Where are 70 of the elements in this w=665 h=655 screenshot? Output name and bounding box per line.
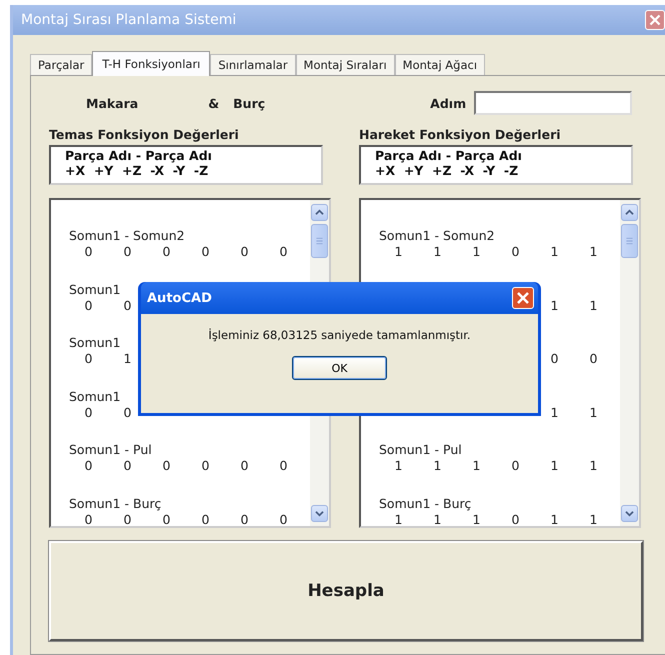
value-cell-text: 0 — [122, 512, 132, 526]
value-cell-text: 0 — [122, 404, 132, 420]
value-cell-text: 0 — [278, 458, 288, 474]
list-item-name: Somun1 - Pul — [69, 442, 152, 458]
value-cell-text: 1 — [588, 298, 598, 314]
value-cell-text: 1 — [432, 244, 442, 260]
value-cell-text: 0 — [200, 512, 210, 526]
value-cell-text: 0 — [510, 244, 520, 260]
list-item-name: Somun1 — [69, 388, 121, 404]
list-item-name: Somun1 - Burç — [69, 496, 162, 512]
value-cell-text: 1 — [550, 458, 560, 474]
value-cell-text: 0 — [240, 244, 250, 260]
value-cell-text: 0 — [84, 404, 94, 420]
value-cell-text: 0 — [510, 512, 520, 526]
value-cell-text: 1 — [550, 298, 560, 314]
value-cell-text: 0 — [84, 512, 94, 526]
part-name: Burç — [233, 96, 266, 110]
value-cell-text: 1 — [550, 244, 560, 260]
value-cell-text: 1 — [588, 458, 598, 474]
value-cell-text: 0 — [200, 458, 210, 474]
value-cell-text: 1 — [588, 512, 598, 526]
value-cell-text: 0 — [278, 512, 288, 526]
value-cell-text: 0 — [588, 351, 598, 367]
value-cell-text: 1 — [432, 512, 442, 526]
value-cell-text: 0 — [200, 244, 210, 260]
value-cell-text: 1 — [122, 351, 132, 367]
value-cell-text: 0 — [240, 512, 250, 526]
value-cell-text: 0 — [84, 351, 94, 367]
header-text: Parça Adı - Parça Adı — [65, 148, 212, 163]
section-title: Temas Fonksiyon Değerleri — [49, 127, 240, 142]
value-cell-text: 0 — [278, 244, 288, 260]
list-item-name: Somun1 - Pul — [379, 442, 462, 458]
value-cell-text: 0 — [162, 244, 172, 260]
value-cell-text: 0 — [550, 351, 560, 367]
ampersand: & — [208, 96, 220, 110]
value-cell-text: 1 — [550, 512, 560, 526]
value-cell-text: 0 — [240, 458, 250, 474]
value-cell-text: 1 — [394, 458, 404, 474]
value-cell-text: 0 — [162, 458, 172, 474]
value-cell-text: 1 — [472, 244, 482, 260]
value-cell-text: 1 — [472, 458, 482, 474]
value-cell-text: 0 — [84, 458, 94, 474]
value-cell-text: 0 — [84, 298, 94, 314]
value-cell-text: 0 — [84, 244, 94, 260]
value-cell-text: 1 — [550, 404, 560, 420]
value-cell-text: 0 — [122, 244, 132, 260]
value-cell-text: 0 — [122, 298, 132, 314]
dialog-message: İşleminiz 68,03125 saniyede tamamlanmıştır. — [208, 328, 471, 342]
header-text: Parça Adı - Parça Adı — [375, 148, 522, 163]
value-cell-text: 1 — [432, 458, 442, 474]
value-cell-text: 1 — [394, 512, 404, 526]
value-cell-text: 0 — [510, 458, 520, 474]
section-title: Hareket Fonksiyon Değerleri — [359, 127, 562, 142]
step-label: Adım — [430, 96, 466, 110]
list-item-name: Somun1 - Somun2 — [379, 228, 495, 244]
value-cell-text: 1 — [588, 244, 598, 260]
list-item-name: Somun1 - Burç — [379, 496, 472, 512]
value-cell-text: 1 — [472, 512, 482, 526]
list-item-name: Somun1 — [69, 282, 121, 298]
dialog-title: AutoCAD — [147, 290, 212, 306]
part-name: Makara — [86, 96, 138, 110]
list-item-name: Somun1 — [69, 335, 121, 351]
header-text: +X +Y +Z -X -Y -Z — [375, 163, 518, 178]
value-cell-text: 0 — [162, 512, 172, 526]
list-item-name: Somun1 - Somun2 — [69, 228, 185, 244]
window-title: Montaj Sırası Planlama Sistemi — [21, 12, 236, 28]
value-cell-text: 1 — [588, 404, 598, 420]
header-text: +X +Y +Z -X -Y -Z — [65, 163, 208, 178]
value-cell-text: 0 — [122, 458, 132, 474]
value-cell-text: 1 — [394, 244, 404, 260]
